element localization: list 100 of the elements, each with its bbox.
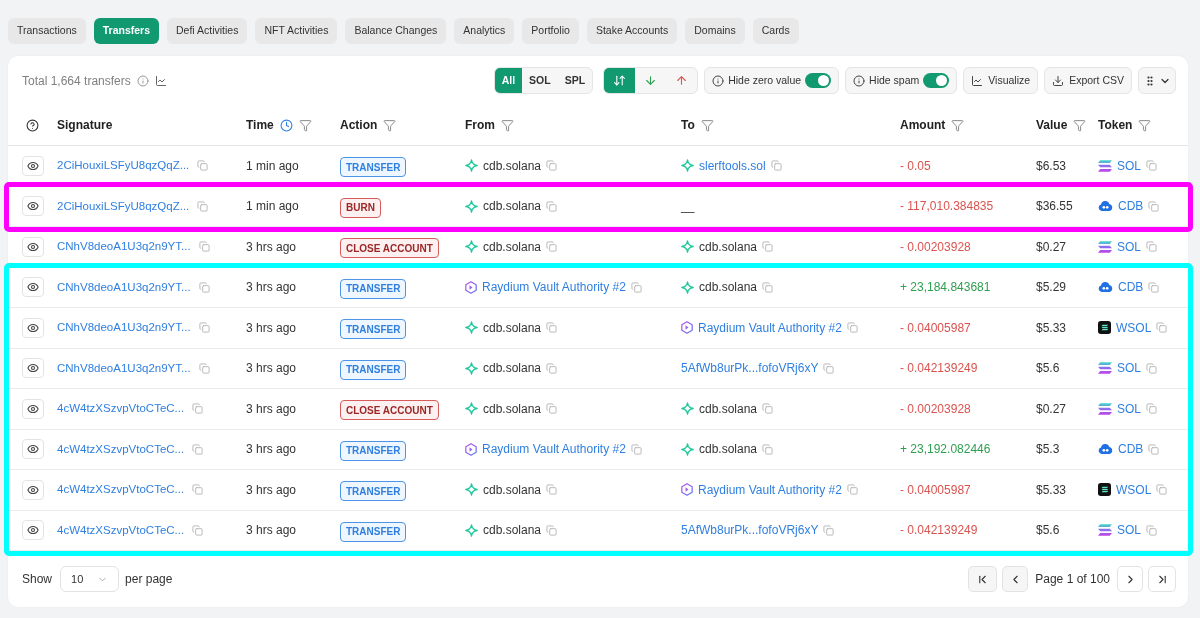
filter-icon[interactable]	[1073, 118, 1087, 132]
copy-icon[interactable]	[192, 484, 204, 496]
filter-icon[interactable]	[383, 118, 397, 132]
tab[interactable]: NFT Activities	[255, 18, 338, 44]
copy-icon[interactable]	[546, 403, 558, 415]
filter-icon[interactable]	[951, 118, 965, 132]
tab[interactable]: Domains	[685, 18, 745, 44]
copy-icon[interactable]	[546, 524, 558, 536]
signature-link[interactable]: CNhV8deoA1U3q2n9YT...	[57, 359, 191, 377]
copy-icon[interactable]	[630, 443, 642, 455]
copy-icon[interactable]	[762, 403, 774, 415]
address-link[interactable]: slerftools.sol	[699, 156, 766, 175]
tab[interactable]: Cards	[752, 18, 799, 44]
copy-icon[interactable]	[546, 241, 558, 253]
copy-icon[interactable]	[630, 281, 642, 293]
next-page-button[interactable]	[1117, 566, 1143, 592]
signature-link[interactable]: 4cW4tzXSzvpVtoCTeC...	[57, 481, 185, 499]
copy-icon[interactable]	[1146, 160, 1157, 172]
filter-icon[interactable]	[298, 118, 312, 132]
view-button[interactable]	[22, 479, 44, 500]
page-size-select[interactable]: 10	[60, 566, 120, 592]
copy-icon[interactable]	[1146, 362, 1157, 374]
info-icon[interactable]	[853, 74, 866, 87]
copy-icon[interactable]	[546, 200, 558, 212]
view-button[interactable]	[22, 277, 44, 298]
more-menu-button[interactable]	[1138, 67, 1176, 94]
tab[interactable]: Transactions	[8, 18, 86, 44]
copy-icon[interactable]	[823, 362, 835, 374]
view-button[interactable]	[22, 439, 44, 460]
token-filter-tab[interactable]: All	[494, 68, 523, 93]
copy-icon[interactable]	[846, 484, 858, 496]
token-filter-tab[interactable]: SPL	[557, 68, 593, 93]
copy-icon[interactable]	[762, 281, 774, 293]
tab[interactable]: Analytics	[454, 18, 515, 44]
address-link[interactable]: Raydium Vault Authority #2	[698, 318, 842, 337]
copy-icon[interactable]	[546, 160, 558, 172]
copy-icon[interactable]	[1146, 403, 1157, 415]
info-icon[interactable]	[712, 74, 725, 87]
copy-icon[interactable]	[198, 362, 210, 374]
copy-icon[interactable]	[546, 362, 558, 374]
token-link[interactable]: CDB	[1118, 197, 1144, 216]
copy-icon[interactable]	[762, 241, 774, 253]
view-button[interactable]	[22, 317, 44, 338]
filter-icon[interactable]	[1138, 118, 1152, 132]
token-link[interactable]: SOL	[1117, 399, 1141, 418]
token-link[interactable]: WSOL	[1116, 318, 1152, 337]
view-button[interactable]	[22, 520, 44, 541]
address-link[interactable]: Raydium Vault Authority #2	[482, 278, 626, 297]
signature-link[interactable]: CNhV8deoA1U3q2n9YT...	[57, 238, 191, 256]
token-link[interactable]: CDB	[1118, 278, 1144, 297]
signature-link[interactable]: 4cW4tzXSzvpVtoCTeC...	[57, 521, 185, 539]
tab[interactable]: Defi Activities	[167, 18, 248, 44]
copy-icon[interactable]	[1146, 241, 1157, 253]
clock-icon[interactable]	[279, 118, 293, 132]
copy-icon[interactable]	[1146, 524, 1157, 536]
copy-icon[interactable]	[197, 200, 209, 212]
copy-icon[interactable]	[197, 160, 209, 172]
tab[interactable]: Transfers	[93, 18, 159, 44]
copy-icon[interactable]	[198, 322, 210, 334]
tab[interactable]: Balance Changes	[345, 18, 447, 44]
address-link[interactable]: 5AfWb8urPk...fofoVRj6xY	[681, 521, 819, 540]
address-link[interactable]: 5AfWb8urPk...fofoVRj6xY	[681, 359, 819, 378]
filter-icon[interactable]	[700, 118, 714, 132]
copy-icon[interactable]	[762, 443, 774, 455]
view-button[interactable]	[22, 155, 44, 176]
token-link[interactable]: WSOL	[1116, 480, 1152, 499]
address-link[interactable]: Raydium Vault Authority #2	[482, 440, 626, 459]
copy-icon[interactable]	[1148, 443, 1160, 455]
signature-link[interactable]: CNhV8deoA1U3q2n9YT...	[57, 278, 191, 296]
token-link[interactable]: SOL	[1117, 237, 1141, 256]
view-button[interactable]	[22, 196, 44, 217]
view-button[interactable]	[22, 358, 44, 379]
token-filter-tab[interactable]: SOL	[522, 68, 558, 93]
toggle-switch[interactable]	[923, 73, 950, 88]
first-page-button[interactable]	[968, 566, 998, 592]
copy-icon[interactable]	[546, 484, 558, 496]
help-icon[interactable]	[26, 118, 39, 132]
token-link[interactable]: CDB	[1118, 440, 1144, 459]
copy-icon[interactable]	[1156, 322, 1168, 334]
token-link[interactable]: SOL	[1117, 156, 1141, 175]
copy-icon[interactable]	[546, 322, 558, 334]
signature-link[interactable]: 2CiHouxiLSFyU8qzQqZ...	[57, 197, 190, 215]
token-link[interactable]: SOL	[1117, 359, 1141, 378]
last-page-button[interactable]	[1148, 566, 1176, 592]
signature-link[interactable]: 2CiHouxiLSFyU8qzQqZ...	[57, 157, 190, 175]
token-link[interactable]: SOL	[1117, 521, 1141, 540]
line-chart-icon[interactable]	[154, 74, 167, 87]
toolbar-button[interactable]: Visualize	[963, 67, 1039, 94]
copy-icon[interactable]	[198, 241, 210, 253]
copy-icon[interactable]	[1156, 484, 1168, 496]
tab[interactable]: Portfolio	[522, 18, 579, 44]
view-button[interactable]	[22, 236, 44, 257]
copy-icon[interactable]	[192, 524, 204, 536]
toggle-switch[interactable]	[805, 73, 832, 88]
direction-filter-tab[interactable]	[604, 68, 636, 93]
copy-icon[interactable]	[1148, 281, 1160, 293]
toolbar-button[interactable]: Export CSV	[1044, 67, 1132, 94]
copy-icon[interactable]	[770, 160, 782, 172]
signature-link[interactable]: CNhV8deoA1U3q2n9YT...	[57, 319, 191, 337]
copy-icon[interactable]	[846, 322, 858, 334]
